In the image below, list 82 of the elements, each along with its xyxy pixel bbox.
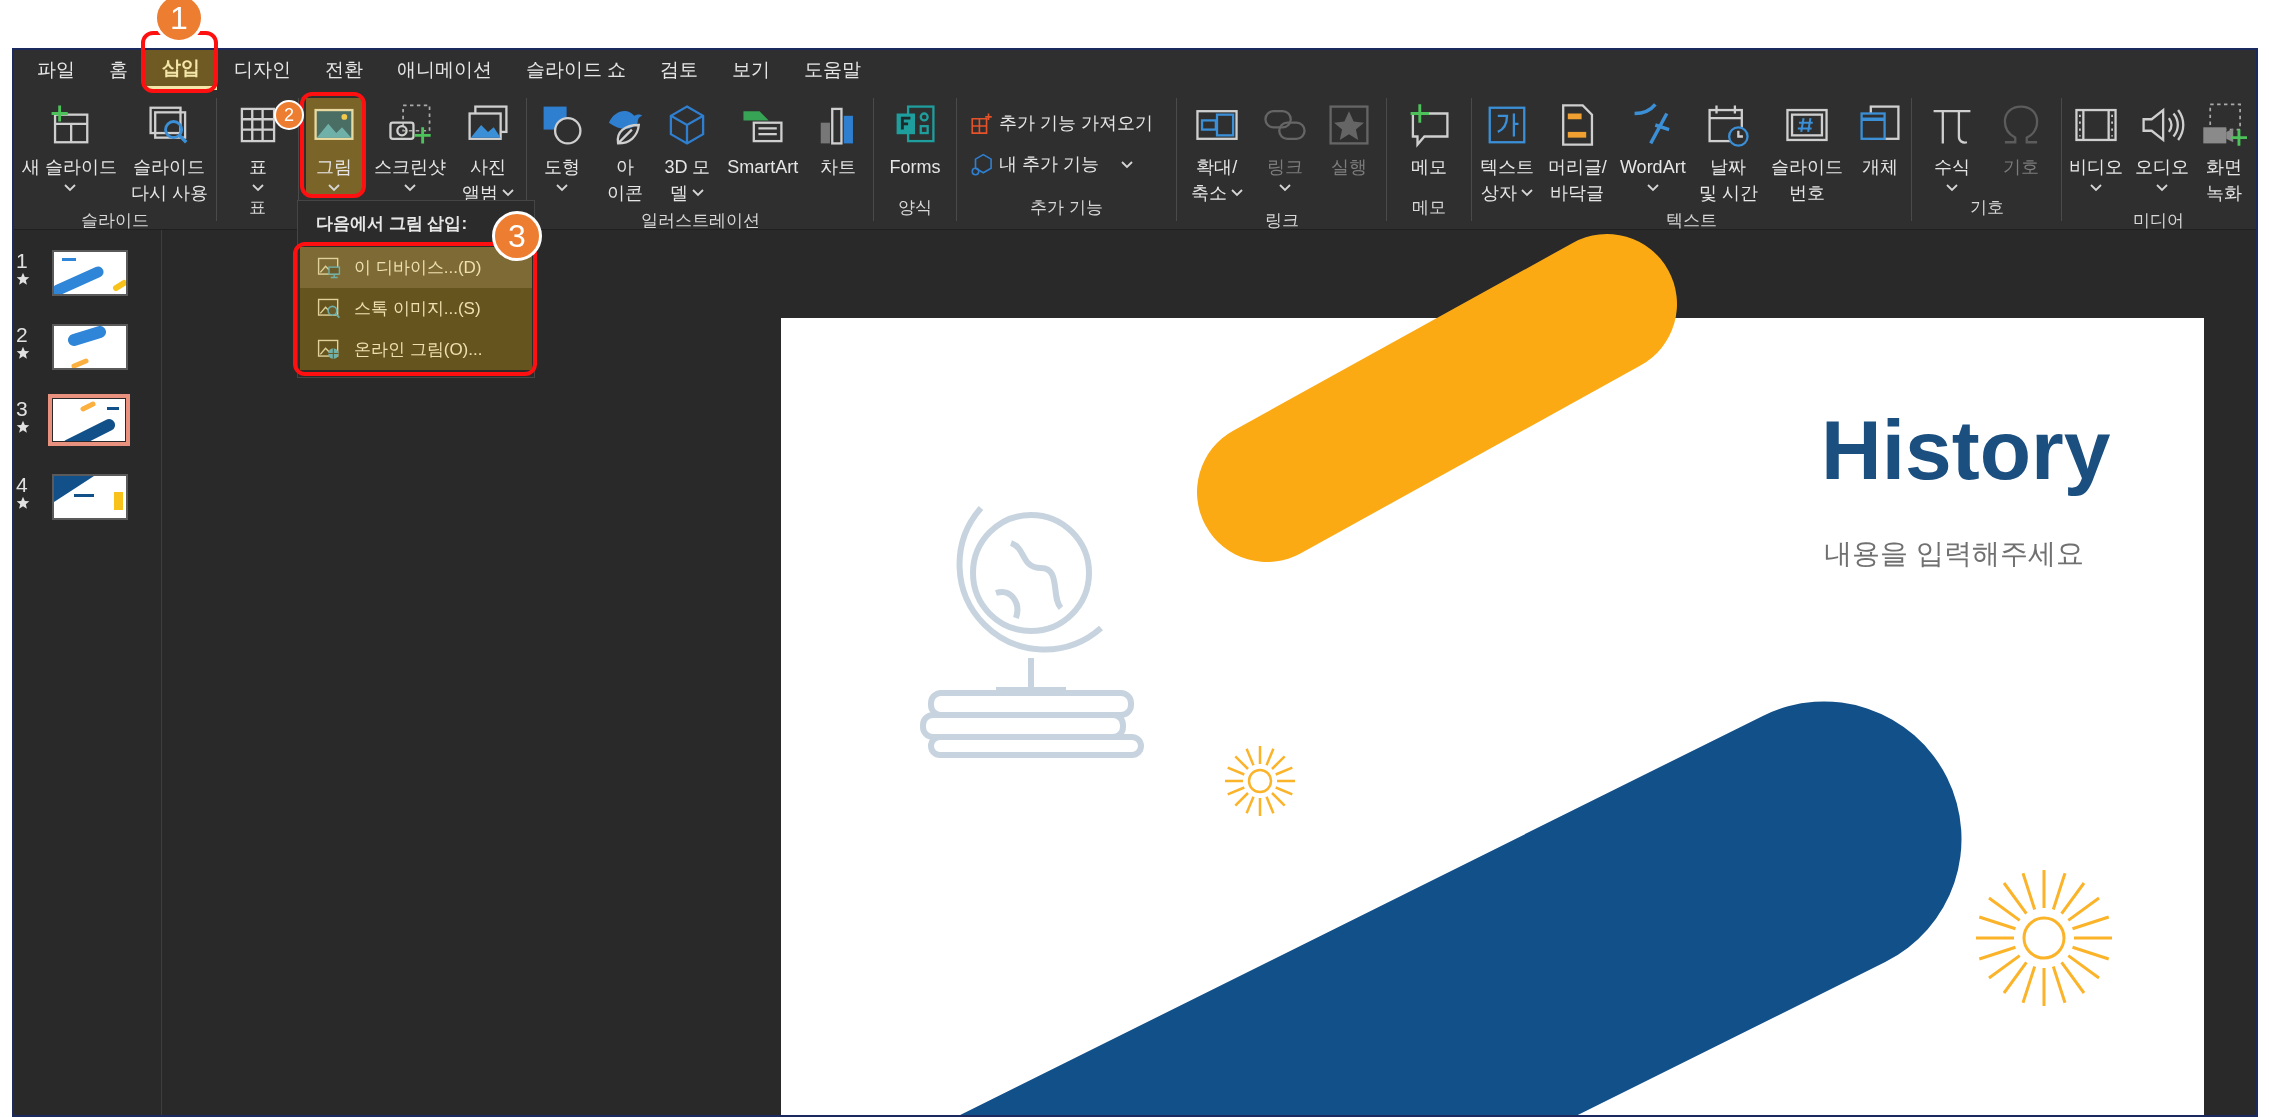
slide-number: 4 [16,474,28,496]
ribbon-tab[interactable]: 검토 [643,50,716,90]
slide-number: 2 [16,324,28,346]
group-label: 메모 [1412,197,1446,220]
ribbon-tab[interactable]: 삽입 [145,50,217,90]
ribbon-button[interactable]: 확대/ 축소 [1185,98,1248,208]
ribbon-tab[interactable]: 애니메이션 [380,50,509,90]
slide-number: 1 [16,250,28,272]
ribbon-button[interactable]: 차트 [810,98,867,182]
calendar-clock-icon [1705,102,1752,148]
ribbon-button[interactable]: SmartArt [722,98,804,182]
ribbon-tab[interactable]: 홈 [92,50,145,90]
menu-heading: 다음에서 그림 삽입: [316,213,468,236]
ribbon-button[interactable]: Forms [884,98,946,182]
ribbon-tab[interactable]: 전환 [308,50,380,90]
step-badge: 1 [154,0,204,43]
caret-icon [327,184,340,192]
caret-icon [2090,184,2102,192]
ribbon-button[interactable]: 스크린샷 [368,98,451,194]
slide-thumbnail[interactable] [52,324,128,370]
ribbon-button[interactable]: 추가 기능 가져오기 [969,110,1153,137]
caret-icon [251,184,264,192]
video-camera-icon [2201,102,2247,148]
caret-icon [1946,184,1959,192]
ribbon-tab[interactable]: 보기 [715,50,788,90]
group-label: 슬라이드 [81,210,149,232]
ribbon-button[interactable]: 슬라이드 번호 [1766,98,1849,208]
ribbon-button[interactable]: 비디오 [2064,98,2128,194]
slide-thumbnail[interactable] [52,474,128,520]
ribbon-button[interactable]: 화면 녹화 [2196,98,2252,208]
slide-subtitle: 내용을 입력해주세요 [1824,540,2084,568]
group-label: 텍스트 [1666,210,1717,232]
ribbon-button[interactable]: 내 추가 기능 [969,151,1133,178]
ribbon-tab[interactable]: 슬라이드 쇼 [509,50,644,90]
group-label: 미디어 [2132,210,2184,232]
ribbon-button[interactable]: 개체 [1851,98,1908,182]
group-label: 양식 [898,197,932,220]
slide-thumbnail[interactable] [52,250,128,296]
caret-icon [1646,184,1659,192]
caret-icon [403,184,416,192]
ribbon-button[interactable]: 오디오 [2130,98,2194,194]
ribbon-button[interactable]: 텍스트 상자 [1475,98,1540,208]
ribbon-button[interactable]: 날짜 및 시간 [1693,98,1763,208]
group-label: 일러스트레이션 [640,210,760,232]
ribbon-tab[interactable]: 파일 [20,50,92,90]
ribbon-button[interactable]: 도형 [533,98,590,194]
ribbon-button[interactable]: 머리글/ 바닥글 [1542,98,1612,208]
caret-icon [1278,184,1291,192]
caret-icon [692,189,705,197]
ribbon-button[interactable]: 새 슬라이드 [17,98,123,194]
ribbon-button[interactable]: 메모 [1401,98,1457,182]
slide-thumbnail[interactable] [48,394,130,446]
ribbon-button[interactable]: 아 이콘 [596,98,653,208]
star-icon [16,346,30,360]
slide-number: 3 [16,398,28,420]
ribbon-button[interactable]: 3D 모 델 [659,98,716,208]
star-icon [16,272,30,286]
caret-icon [2156,184,2168,192]
group-label: 표 [249,197,266,220]
caret-icon [1121,160,1133,169]
ribbon-tab[interactable]: 도움말 [787,50,879,90]
hexagon-icon [969,151,995,178]
group-label: 기호 [1969,197,2004,220]
ribbon-button[interactable]: WordArt [1614,98,1691,194]
caret-icon [63,184,76,192]
large-sun-icon [1974,868,2114,1008]
ribbon-button[interactable]: 슬라이드 다시 사용 [125,98,213,208]
caret-icon [502,189,515,197]
ribbon-button[interactable]: 수식 [1924,98,1981,194]
ribbon-tab[interactable]: 디자인 [217,50,308,90]
caret-icon [1521,189,1534,197]
caret-icon [555,184,568,192]
ribbon-button[interactable]: 그림 [305,98,362,194]
caret-icon [1230,189,1243,197]
menu-item[interactable]: 이 디바이스...(D) [300,247,532,288]
group-label: 링크 [1264,210,1299,232]
star-icon [16,496,30,510]
menu-item[interactable]: 온라인 그림(O)... [300,329,532,370]
star-icon [16,420,30,434]
menu-item[interactable]: 스톡 이미지...(S) [300,288,532,329]
group-label: 추가 기능 [1030,197,1103,220]
small-sun-icon [1223,744,1297,818]
